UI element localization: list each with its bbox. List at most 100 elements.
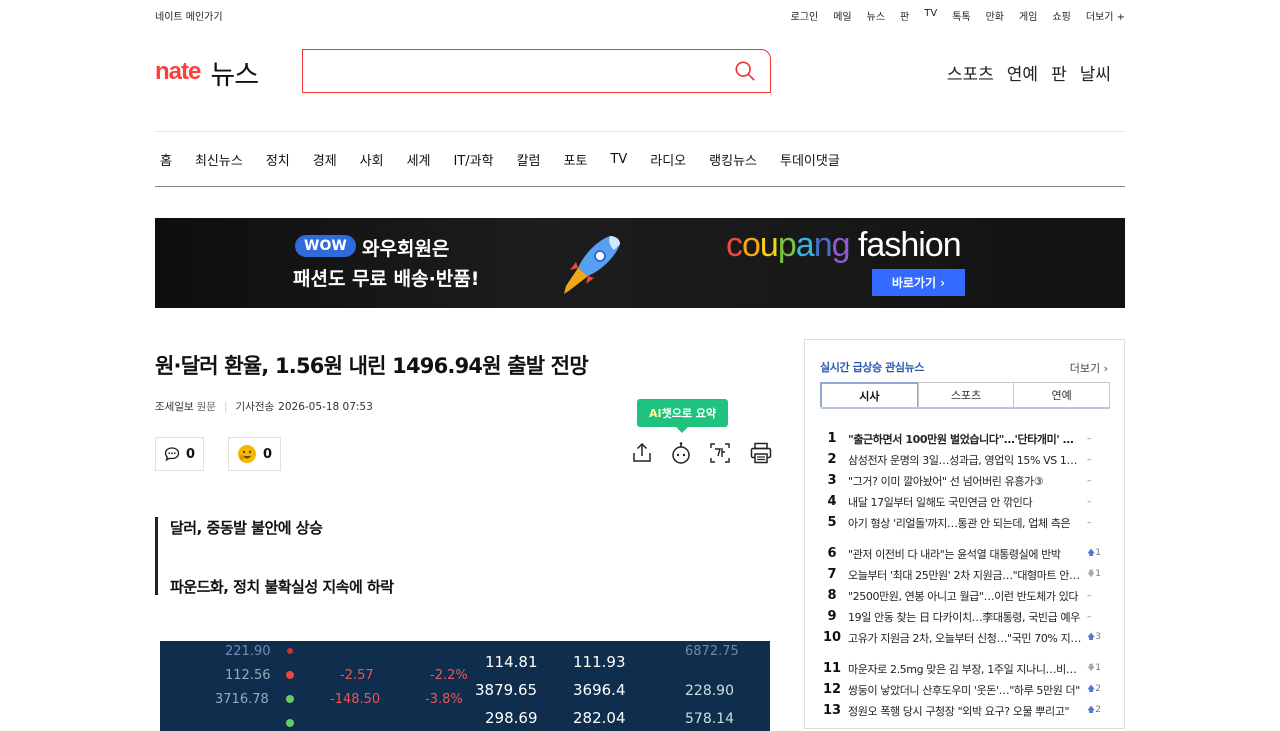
trending-item[interactable]: 6 "관저 이전비 다 내라"는 윤석열 대통령실에 반박 🡅1 [821,543,1111,564]
header-link-weather[interactable]: 날씨 [1080,60,1111,85]
nav-economy[interactable]: 경제 [313,150,337,169]
svg-text:298.69: 298.69 [485,709,538,727]
trending-headline[interactable]: 19일 안동 찾는 日 다카이치…李대통령, 국빈급 예우 [843,609,1087,625]
nav-latest[interactable]: 최신뉴스 [195,150,243,169]
tab-current-affairs[interactable]: 시사 [820,382,919,407]
trending-item[interactable]: 12 쌍둥이 낳았더니 산후도우미 '웃돈'…"하루 5만원 더" 🡅2 [821,679,1111,700]
rank-change: – [1087,612,1111,622]
utility-links: 로그인 메일 뉴스 판 TV 톡톡 만화 게임 쇼핑 더보기 [776,8,1125,23]
trending-item[interactable]: 4 내달 17일부터 일해도 국민연금 안 깎인다 – [821,491,1111,512]
coupang-fashion-logo: coupang fashion [726,226,962,264]
svg-text:-2.2%: -2.2% [430,668,468,683]
util-link-mail[interactable]: 메일 [833,8,851,23]
trending-item[interactable]: 1 "출근하면서 100만원 벌었습니다"…'단타개미' 역대급 수익– [821,428,1111,449]
comment-button[interactable]: 0 [155,437,205,471]
nav-ranking[interactable]: 랭킹뉴스 [709,150,757,169]
ai-chatbot-icon[interactable] [669,441,693,465]
rank-change-value: – [1087,611,1092,622]
tab-sports[interactable]: 스포츠 [917,382,1015,407]
trending-headline[interactable]: 정원오 폭행 당시 구청장 "외박 요구? 오물 뿌리고" [843,703,1087,719]
trending-item[interactable]: 8 "2500만원, 연봉 아니고 월급"…이런 반도체가 있다 – [821,585,1111,606]
share-icon[interactable] [630,441,654,465]
site-logo[interactable]: nate 뉴스 [155,53,259,92]
trending-item[interactable]: 3 "그거? 이미 깔아놨어" 선 넘어버린 유흥가③ – [821,470,1111,491]
ad-banner[interactable]: WOW 와우회원은 패션도 무료 배송·반품! coupang fashion … [155,218,1125,308]
trending-rank: 7 [827,567,837,582]
util-link-comic[interactable]: 만화 [986,8,1004,23]
svg-text:3696.4: 3696.4 [573,681,626,699]
print-icon[interactable] [749,441,773,465]
search-box [302,49,771,93]
trending-headline[interactable]: 고유가 지원금 2차, 오늘부터 신청…"국민 70% 지급" [843,630,1087,646]
article-photo: 221.90 112.56 3716.78 -2.57 -148.50 -2.2… [160,641,770,731]
trending-item[interactable]: 10 고유가 지원금 2차, 오늘부터 신청…"국민 70% 지급" 🡅3 [821,627,1111,648]
search-input[interactable] [313,50,733,90]
nav-society[interactable]: 사회 [360,150,384,169]
ai-chat-summary-tooltip[interactable]: AI 챗으로 요약 [637,399,728,433]
svg-text:228.90: 228.90 [685,683,734,699]
trending-headline[interactable]: "그거? 이미 깔아놨어" 선 넘어버린 유흥가③ [843,473,1087,489]
svg-text:-3.8%: -3.8% [425,692,463,707]
reaction-button[interactable]: 0 [228,437,282,471]
util-link-pann[interactable]: 판 [900,8,909,23]
trending-headline[interactable]: "출근하면서 100만원 벌었습니다"…'단타개미' 역대급 수익 [843,431,1087,447]
util-link-tv[interactable]: TV [924,8,937,23]
tab-entertainment[interactable]: 연예 [1013,382,1111,407]
nav-home[interactable]: 홈 [160,150,172,169]
rank-up-icon: 🡅 [1087,631,1096,641]
nav-radio[interactable]: 라디오 [650,150,686,169]
article-datetime: 2026-05-18 07:53 [278,400,373,413]
util-link-shopping[interactable]: 쇼핑 [1052,8,1070,23]
util-more-button[interactable]: 더보기 [1086,8,1125,23]
nav-world[interactable]: 세계 [407,150,431,169]
trending-headline[interactable]: 아기 형상 '리얼돌'까지…통관 안 되는데, 업체 측은 [843,515,1087,531]
reaction-count: 0 [263,446,273,462]
trending-rank: 9 [827,609,837,624]
trending-rank: 4 [827,494,837,509]
banner-line2: 패션도 무료 배송·반품! [293,268,480,290]
article-source[interactable]: 조세일보 [155,399,194,414]
trending-headline[interactable]: "관저 이전비 다 내라"는 윤석열 대통령실에 반박 [843,546,1087,562]
trending-item[interactable]: 11 마운자로 2.5mg 맞은 김 부장, 1주일 지나니…비만 탈출 🡇1 [821,658,1111,679]
trending-rank: 11 [822,661,842,676]
font-size-icon[interactable] [708,441,732,465]
nav-politics[interactable]: 정치 [266,150,290,169]
rank-change-value: – [1087,433,1092,444]
rank-change: – [1087,518,1111,528]
util-link-talk[interactable]: 톡톡 [952,8,970,23]
meta-divider: | [223,400,228,413]
header-link-pann[interactable]: 판 [1051,60,1067,85]
trending-headline[interactable]: 쌍둥이 낳았더니 산후도우미 '웃돈'…"하루 5만원 더" [843,682,1087,698]
rank-change-value: – [1087,590,1092,601]
rank-change: 🡅2 [1087,683,1111,697]
nate-main-link[interactable]: 네이트 메인가기 [155,8,223,23]
header-link-entertainment[interactable]: 연예 [1007,60,1038,85]
trending-item[interactable]: 7 오늘부터 '최대 25만원' 2차 지원금…"대형마트 안돼" 🡇1 [821,564,1111,585]
trending-headline[interactable]: 내달 17일부터 일해도 국민연금 안 깎인다 [843,494,1087,510]
util-link-game[interactable]: 게임 [1019,8,1037,23]
rank-down-icon: 🡇 [1087,662,1096,672]
nav-column[interactable]: 칼럼 [517,150,541,169]
nav-tv[interactable]: TV [610,152,627,167]
nav-it-science[interactable]: IT/과학 [454,150,494,169]
nav-photo[interactable]: 포토 [564,150,588,169]
trending-item[interactable]: 2 삼성전자 운명의 3일…성과급, 영업익 15% VS 12% – [821,449,1111,470]
list-group-gap [821,533,1111,543]
trending-headline[interactable]: 오늘부터 '최대 25만원' 2차 지원금…"대형마트 안돼" [843,567,1087,583]
util-link-news[interactable]: 뉴스 [867,8,885,23]
trending-more-link[interactable]: 더보기 › [1070,360,1108,376]
rank-change-value: 1 [1095,547,1101,558]
trending-headline[interactable]: "2500만원, 연봉 아니고 월급"…이런 반도체가 있다 [843,588,1087,604]
reaction-emoji-icon [238,445,256,463]
search-icon[interactable] [734,60,756,82]
trending-item[interactable]: 13 정원오 폭행 당시 구청장 "외박 요구? 오물 뿌리고" 🡅2 [821,700,1111,721]
util-link-login[interactable]: 로그인 [791,8,819,23]
article-origin-link[interactable]: 원문 [197,399,216,414]
trending-item[interactable]: 9 19일 안동 찾는 日 다카이치…李대통령, 국빈급 예우 – [821,606,1111,627]
nav-today-comments[interactable]: 투데이댓글 [780,150,840,169]
trending-headline[interactable]: 마운자로 2.5mg 맞은 김 부장, 1주일 지나니…비만 탈출 [843,661,1087,677]
trending-item[interactable]: 5 아기 형상 '리얼돌'까지…통관 안 되는데, 업체 측은 – [821,512,1111,533]
banner-cta-button[interactable]: 바로가기 › [872,269,965,296]
header-link-sports[interactable]: 스포츠 [947,60,994,85]
trending-headline[interactable]: 삼성전자 운명의 3일…성과급, 영업익 15% VS 12% [843,452,1087,468]
